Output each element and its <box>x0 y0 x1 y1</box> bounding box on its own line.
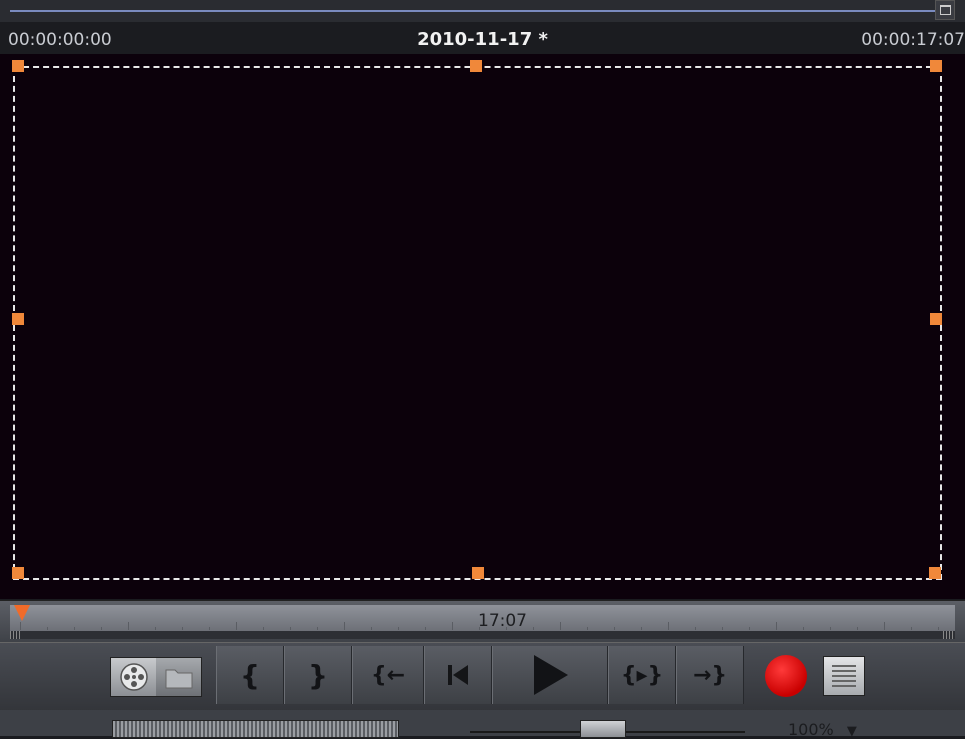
scrubber-tick <box>668 622 669 630</box>
resize-handle-top-left[interactable] <box>12 60 24 72</box>
scrubber-tick <box>830 627 831 630</box>
window-top-border <box>10 10 935 12</box>
scrubber-tick <box>803 627 804 630</box>
scrubber-track[interactable]: 17:07 <box>10 605 955 631</box>
go-to-mark-in-button[interactable]: {← <box>352 646 424 704</box>
end-timecode: 00:00:17:07 <box>861 30 965 50</box>
scrubber-tick <box>479 627 480 630</box>
zoom-level: 100% <box>788 720 834 739</box>
scrubber-tick <box>695 627 696 630</box>
scrubber-tick <box>506 627 507 630</box>
play-icon <box>534 655 568 695</box>
chevron-down-icon: ▼ <box>846 724 857 739</box>
scrubber-tick <box>47 627 48 630</box>
zoom-slider-thumb[interactable] <box>580 720 626 738</box>
scrubber-tick <box>317 627 318 630</box>
go-to-start-button[interactable] <box>424 646 492 704</box>
menu-list-icon[interactable] <box>823 656 865 696</box>
scrubber-tick <box>182 627 183 630</box>
play-in-to-out-button[interactable]: {▸} <box>608 646 676 704</box>
scrubber-tick <box>938 627 939 630</box>
scrubber-tick <box>155 627 156 630</box>
folder-icon[interactable] <box>156 658 201 696</box>
scrubber-tick <box>425 627 426 630</box>
scrubber-tick <box>884 622 885 630</box>
skip-to-start-icon <box>448 665 468 685</box>
resize-handle-top-center[interactable] <box>470 60 482 72</box>
scrubber-time: 17:07 <box>478 611 527 631</box>
scrubber-tick <box>209 627 210 630</box>
scrubber-tick <box>857 627 858 630</box>
transport-controls: { } {← {▸} →} <box>0 642 965 711</box>
scrubber-tick <box>101 627 102 630</box>
scrubber-tick <box>398 627 399 630</box>
go-to-mark-out-button[interactable]: →} <box>676 646 744 704</box>
scrubber-tick <box>749 627 750 630</box>
jump-to-in-icon: {← <box>370 662 406 688</box>
play-button[interactable] <box>492 646 608 704</box>
scrubber-tick <box>74 627 75 630</box>
scrubber-tick <box>641 627 642 630</box>
scrubber-tick <box>533 627 534 630</box>
video-preview[interactable] <box>0 54 965 599</box>
jog-shuttle-wheel[interactable] <box>112 720 399 738</box>
scrubber-tick <box>614 627 615 630</box>
scrubber-tick <box>344 622 345 630</box>
project-title: 2010-11-17 * <box>417 29 548 50</box>
selection-frame[interactable] <box>13 66 942 580</box>
preview-header: 00:00:00:00 2010-11-17 * 00:00:17:07 <box>0 22 965 54</box>
playhead-marker[interactable] <box>14 605 30 621</box>
scrubber-tick <box>290 627 291 630</box>
resize-handle-bottom-center[interactable] <box>472 567 484 579</box>
resize-handle-top-right[interactable] <box>930 60 942 72</box>
resize-handle-bottom-left[interactable] <box>12 567 24 579</box>
timeline-scrubber[interactable]: 17:07 <box>0 600 965 643</box>
scrubber-tick <box>776 622 777 630</box>
resize-handle-bottom-right[interactable] <box>929 567 941 579</box>
maximize-icon[interactable] <box>935 0 955 20</box>
window-top-strip <box>0 0 965 22</box>
scrubber-tick <box>587 627 588 630</box>
bottom-controls: 100% ▼ <box>0 710 965 739</box>
play-range-icon: {▸} <box>620 662 664 688</box>
media-mode-toggle[interactable] <box>110 657 202 697</box>
scrubber-tick <box>263 627 264 630</box>
film-reel-icon[interactable] <box>111 658 156 696</box>
resize-handle-middle-left[interactable] <box>12 313 24 325</box>
scrubber-tick <box>560 622 561 630</box>
mark-out-button[interactable]: } <box>284 646 352 704</box>
scrubber-tick <box>452 622 453 630</box>
zoom-dropdown[interactable]: 100% ▼ <box>788 720 857 739</box>
mark-in-button[interactable]: { <box>216 646 284 704</box>
scrubber-tick <box>128 622 129 630</box>
record-button[interactable] <box>765 655 807 697</box>
scrubber-tick <box>722 627 723 630</box>
scrubber-bottom-bar <box>10 631 955 639</box>
resize-handle-middle-right[interactable] <box>930 313 942 325</box>
scrubber-tick <box>236 622 237 630</box>
scrubber-tick <box>371 627 372 630</box>
brace-open-icon: { <box>240 658 260 692</box>
scrubber-tick <box>911 627 912 630</box>
scrubber-tick <box>20 622 21 630</box>
brace-close-icon: } <box>308 658 328 692</box>
jump-to-out-icon: →} <box>692 662 728 688</box>
